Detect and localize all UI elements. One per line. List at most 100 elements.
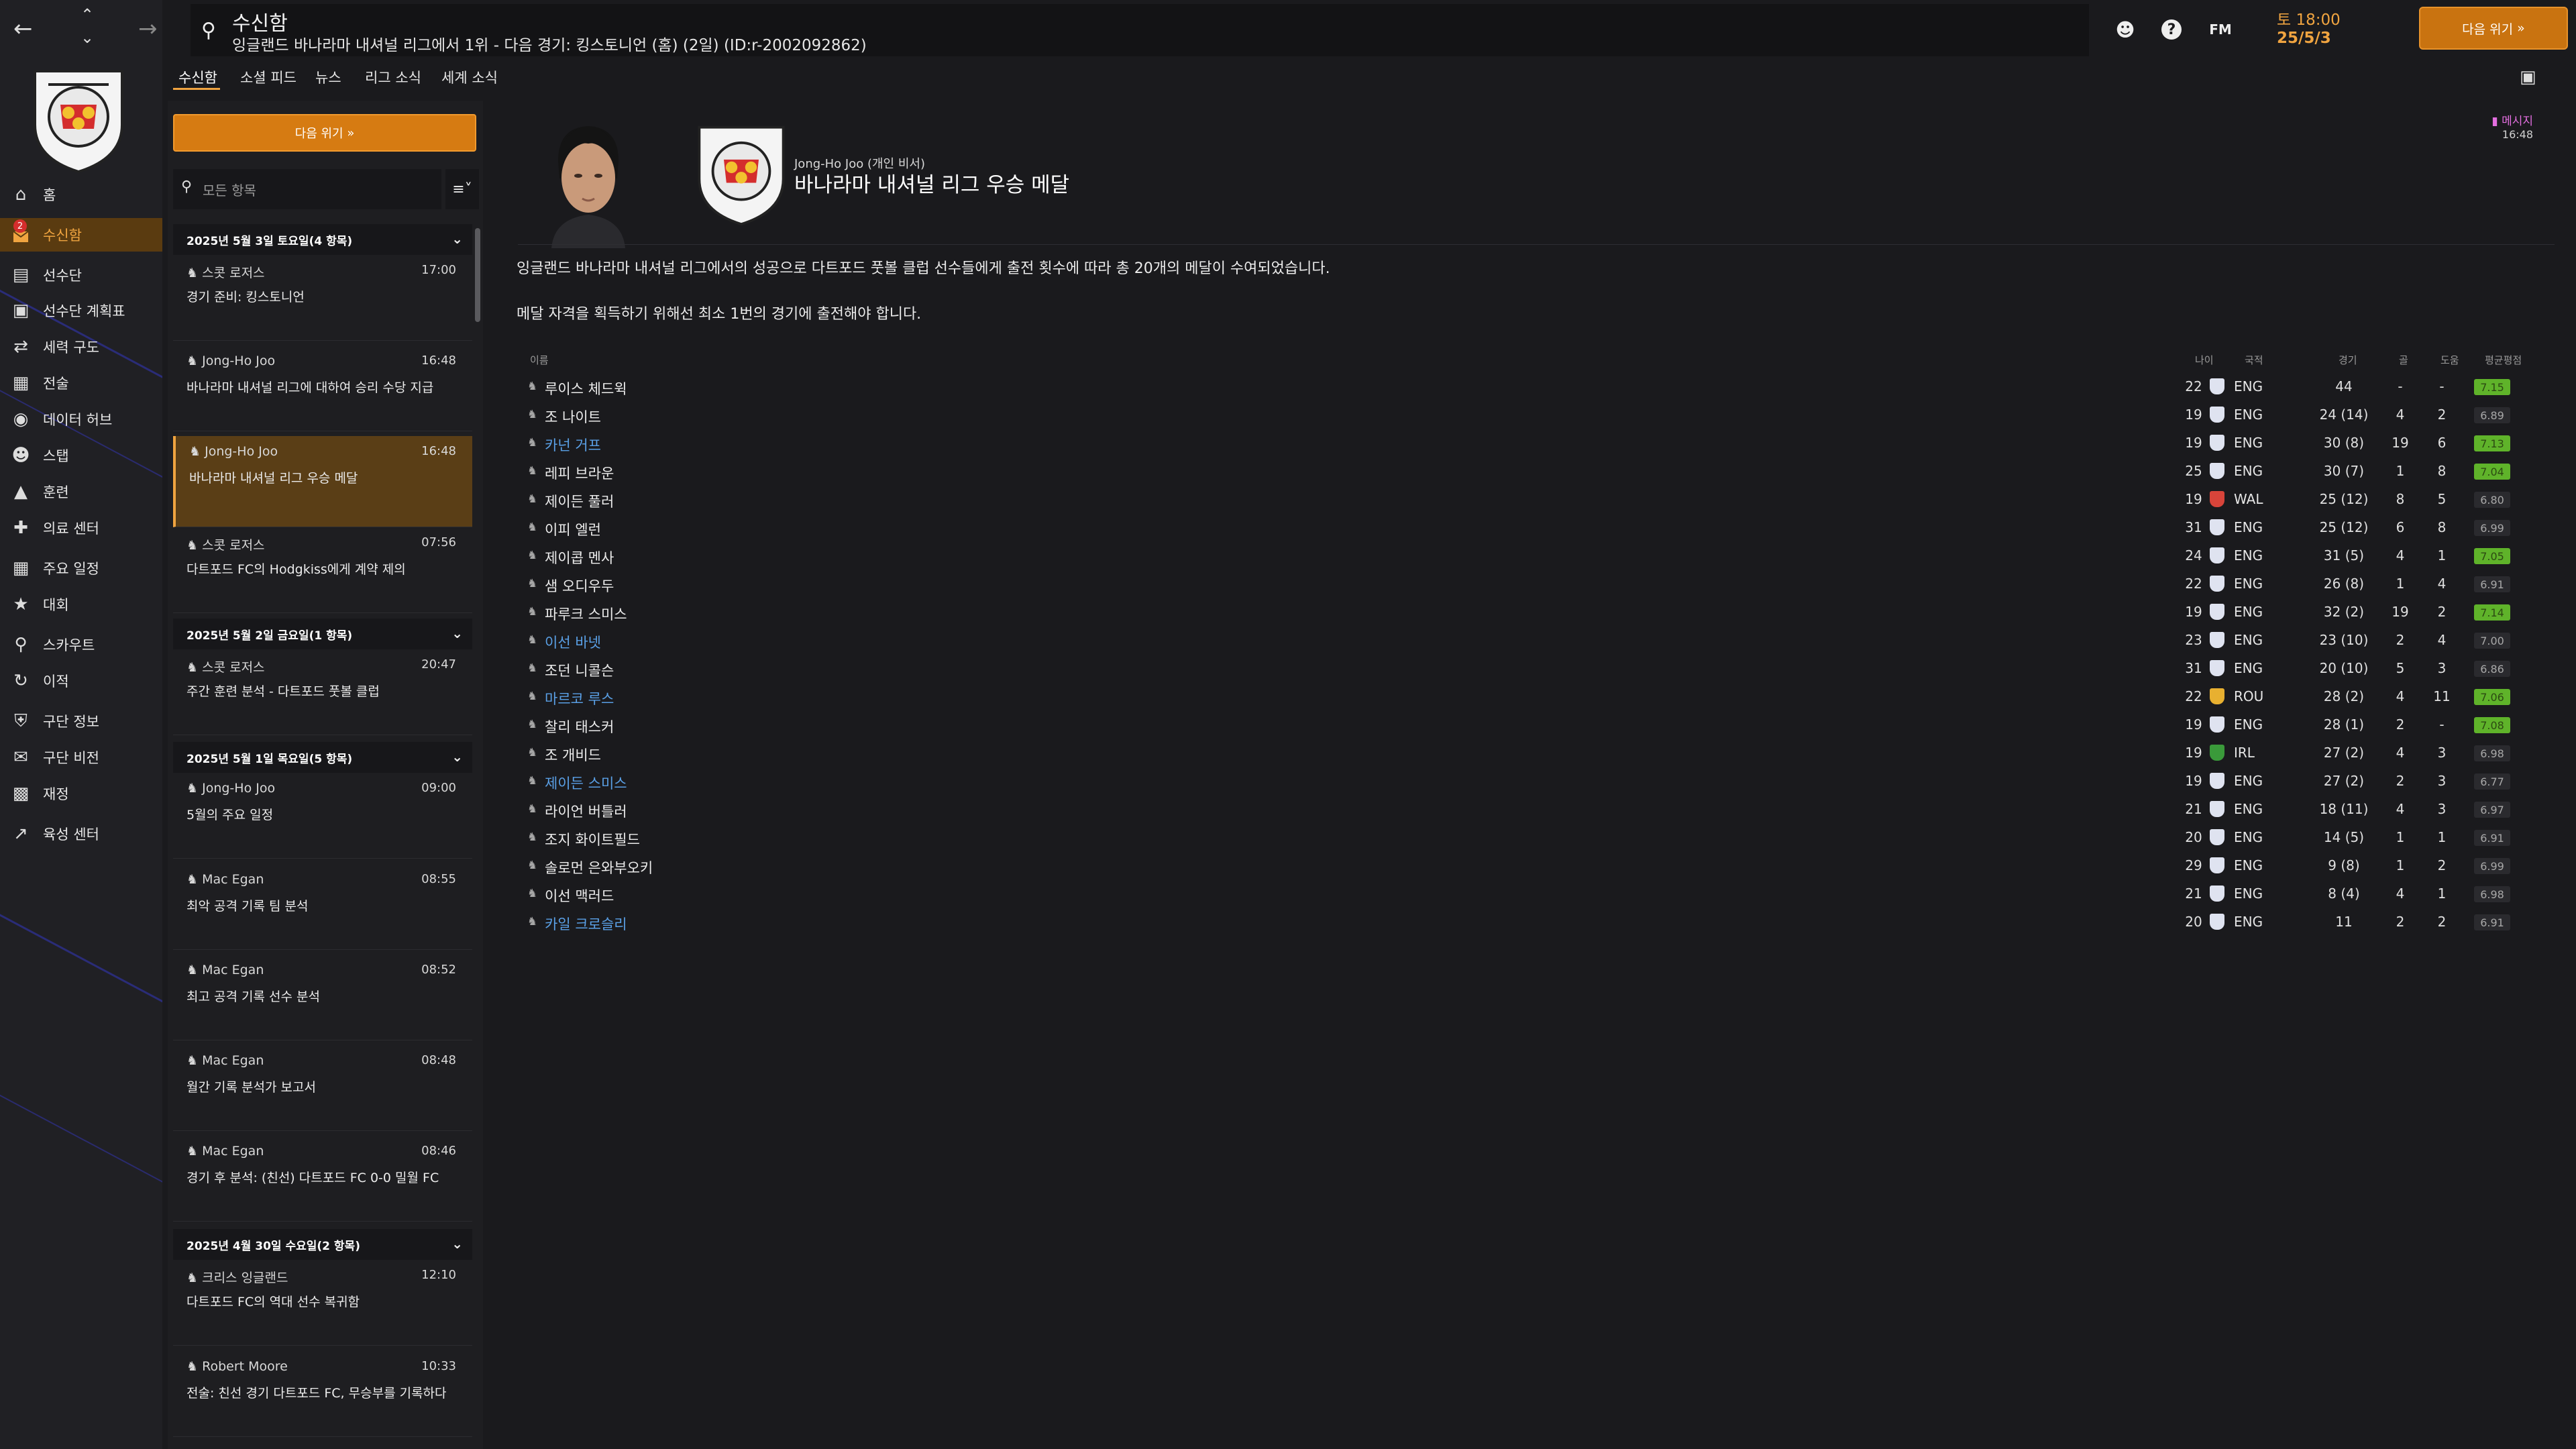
date-group-header[interactable]: 2025년 5월 2일 금요일(1 항목) ⌄ [173, 619, 472, 649]
col-header-goals[interactable]: 골 [2399, 353, 2408, 367]
table-row[interactable]: ♞ 솔로먼 은와부오키 29 ENG 9 (8) 1 2 6.99 [526, 852, 2549, 880]
col-header-age[interactable]: 나이 [2195, 353, 2214, 367]
table-row[interactable]: ♞ 카일 크로슬리 20 ENG 11 2 2 6.91 [526, 908, 2549, 936]
table-row[interactable]: ♞ 이선 바넷 23 ENG 23 (10) 2 4 7.00 [526, 627, 2549, 655]
player-name[interactable]: 라이언 버틀러 [545, 801, 627, 821]
date-group-header[interactable]: 2025년 5월 1일 목요일(5 항목) ⌄ [173, 742, 472, 773]
col-header-nationality[interactable]: 국적 [2245, 353, 2263, 367]
table-row[interactable]: ♞ 라이언 버틀러 21 ENG 18 (11) 4 3 6.97 [526, 796, 2549, 824]
player-name[interactable]: 샘 오디우두 [545, 576, 614, 596]
sidebar-item-tactics[interactable]: ▦ 전술 [0, 366, 162, 400]
table-row[interactable]: ♞ 샘 오디우두 22 ENG 26 (8) 1 4 6.91 [526, 570, 2549, 598]
col-header-assists[interactable]: 도움 [2440, 353, 2459, 367]
sidebar-item-competitions[interactable]: ★ 대회 [0, 588, 162, 621]
col-header-name[interactable]: 이름 [530, 353, 549, 367]
list-item[interactable]: ♞ Mac Egan 08:48 월간 기록 분석가 보고서 [173, 1045, 472, 1131]
list-item[interactable]: ♞ 스콧 로저스 17:00 경기 준비: 킹스토니언 [173, 255, 472, 341]
forward-arrow-icon[interactable]: → [138, 17, 158, 40]
table-row[interactable]: ♞ 조지 화이트필드 20 ENG 14 (5) 1 1 6.91 [526, 824, 2549, 852]
player-name[interactable]: 조 나이트 [545, 407, 601, 427]
player-name[interactable]: 조 개비드 [545, 745, 601, 765]
player-name[interactable]: 제이콥 멘사 [545, 547, 614, 568]
list-item[interactable]: ♞ 스콧 로저스 20:47 주간 훈련 분석 - 다트포드 풋볼 클럽 [173, 649, 472, 735]
sidebar-item-inbox[interactable]: 2 수신함 [0, 218, 162, 252]
table-row[interactable]: ♞ 레피 브라운 25 ENG 30 (7) 1 8 7.04 [526, 458, 2549, 486]
inbox-continue-button[interactable]: 다음 위기 » [173, 114, 476, 152]
player-name[interactable]: 카일 크로슬리 [545, 914, 627, 934]
search-bar[interactable]: ⚲ 수신함 잉글랜드 바나라마 내셔널 리그에서 1위 - 다음 경기: 킹스토… [191, 4, 2089, 56]
col-header-apps[interactable]: 경기 [2339, 353, 2357, 367]
sidebar-item-training[interactable]: ▲ 훈련 [0, 475, 162, 508]
list-item[interactable]: ♞ Jong-Ho Joo 16:48 바나라마 내셔널 리그에 대하여 승리 … [173, 345, 472, 431]
game-face-icon[interactable]: ☻ [2112, 16, 2139, 43]
fm-menu-button[interactable]: FM [2207, 16, 2234, 43]
table-row[interactable]: ♞ 조던 니콜슨 31 ENG 20 (10) 5 3 6.86 [526, 655, 2549, 683]
game-date[interactable]: 토 18:00 25/5/3 [2277, 7, 2341, 47]
sidebar-item-squad[interactable]: ▤ 선수단 [0, 258, 162, 292]
fullscreen-icon[interactable]: ▣ [2520, 67, 2544, 87]
table-row[interactable]: ♞ 제이든 풀러 19 WAL 25 (12) 8 5 6.80 [526, 486, 2549, 514]
table-row[interactable]: ♞ 카넌 거프 19 ENG 30 (8) 19 6 7.13 [526, 429, 2549, 458]
list-item[interactable]: ♞ Mac Egan 08:46 경기 후 분석: (친선) 다트포드 FC 0… [173, 1136, 472, 1222]
list-item[interactable]: ♞ Mac Egan 08:52 최고 공격 기록 선수 분석 [173, 955, 472, 1040]
sidebar-item-club-info[interactable]: ⛨ 구단 정보 [0, 704, 162, 738]
player-name[interactable]: 이선 맥러드 [545, 885, 614, 906]
sidebar-item-home[interactable]: ⌂ 홈 [0, 178, 162, 211]
filter-search-input[interactable]: ⚲ 모든 항목 [173, 169, 441, 209]
table-row[interactable]: ♞ 찰리 태스커 19 ENG 28 (1) 2 - 7.08 [526, 711, 2549, 739]
sidebar-item-medical[interactable]: ✚ 의료 센터 [0, 511, 162, 545]
list-item[interactable]: ♞ Mac Egan 08:55 최악 공격 기록 팀 분석 [173, 864, 472, 950]
back-arrow-icon[interactable]: ← [13, 17, 33, 40]
player-name[interactable]: 마르코 루스 [545, 688, 614, 708]
sidebar-item-transfers[interactable]: ↻ 이적 [0, 664, 162, 698]
col-header-rating[interactable]: 평균평점 [2485, 353, 2522, 367]
player-name[interactable]: 조던 니콜슨 [545, 660, 614, 680]
player-name[interactable]: 제이든 풀러 [545, 491, 614, 511]
sidebar-item-development[interactable]: ↗ 육성 센터 [0, 817, 162, 851]
player-name[interactable]: 제이든 스미스 [545, 773, 627, 793]
date-group-header[interactable]: 2025년 5월 3일 토요일(4 항목) ⌄ [173, 224, 472, 255]
list-item[interactable]: ♞ 크리스 잉글랜드 12:10 다트포드 FC의 역대 선수 복귀함 [173, 1260, 472, 1346]
sidebar-item-staff[interactable]: ☻ 스탭 [0, 439, 162, 472]
tab-news[interactable]: 뉴스 [315, 67, 341, 87]
player-name[interactable]: 찰리 태스커 [545, 716, 614, 737]
tab-social-feed[interactable]: 소셜 피드 [240, 67, 297, 87]
table-row[interactable]: ♞ 제이콥 멘사 24 ENG 31 (5) 4 1 7.05 [526, 542, 2549, 570]
table-row[interactable]: ♞ 이피 엘런 31 ENG 25 (12) 6 8 6.99 [526, 514, 2549, 542]
table-row[interactable]: ♞ 조 나이트 19 ENG 24 (14) 4 2 6.89 [526, 401, 2549, 429]
sidebar-item-data-hub[interactable]: ◉ 데이터 허브 [0, 402, 162, 436]
player-name[interactable]: 솔로먼 은와부오키 [545, 857, 653, 877]
chevron-down-icon[interactable]: ⌄ [80, 30, 94, 46]
list-item[interactable]: ♞ Jong-Ho Joo 09:00 5월의 주요 일정 [173, 773, 472, 859]
player-name[interactable]: 이피 엘런 [545, 519, 601, 539]
player-name[interactable]: 조지 화이트필드 [545, 829, 640, 849]
sidebar-item-squad-planner[interactable]: ▣ 선수단 계획표 [0, 294, 162, 327]
chevron-up-icon[interactable]: ⌃ [80, 7, 94, 23]
date-group-header[interactable]: 2025년 4월 30일 수요일(2 항목) ⌄ [173, 1229, 472, 1260]
sidebar-item-schedule[interactable]: ▦ 주요 일정 [0, 551, 162, 585]
inbox-scrollbar[interactable] [475, 228, 480, 322]
filter-menu-button[interactable]: ≡˅ [445, 169, 479, 209]
help-icon[interactable]: ? [2161, 19, 2182, 40]
table-row[interactable]: ♞ 파루크 스미스 19 ENG 32 (2) 19 2 7.14 [526, 598, 2549, 627]
sidebar-item-finances[interactable]: ▩ 재정 [0, 777, 162, 810]
player-name[interactable]: 레피 브라운 [545, 463, 614, 483]
list-item[interactable]: ♞ Robert Moore 10:33 전술: 친선 경기 다트포드 FC, … [173, 1351, 472, 1437]
sender-avatar[interactable] [538, 114, 639, 248]
continue-button[interactable]: 다음 위기 » [2419, 7, 2568, 50]
table-row[interactable]: ♞ 이선 맥러드 21 ENG 8 (4) 4 1 6.98 [526, 880, 2549, 908]
table-row[interactable]: ♞ 제이든 스미스 19 ENG 27 (2) 2 3 6.77 [526, 767, 2549, 796]
list-item-selected[interactable]: ♞ Jong-Ho Joo 16:48 바나라마 내셔널 리그 우승 메달 [173, 436, 472, 527]
table-row[interactable]: ♞ 마르코 루스 22 ROU 28 (2) 4 11 7.06 [526, 683, 2549, 711]
sidebar-item-dynamics[interactable]: ⇄ 세력 구도 [0, 330, 162, 364]
sidebar-item-club-vision[interactable]: ✉ 구단 비전 [0, 741, 162, 774]
tab-world-news[interactable]: 세계 소식 [441, 67, 498, 87]
player-name[interactable]: 이선 바넷 [545, 632, 601, 652]
list-item[interactable]: ♞ 스콧 로저스 07:56 다트포드 FC의 Hodgkiss에게 계약 제의 [173, 527, 472, 613]
tab-league-news[interactable]: 리그 소식 [365, 67, 421, 87]
club-crest[interactable] [28, 64, 129, 176]
table-row[interactable]: ♞ 조 개비드 19 IRL 27 (2) 4 3 6.98 [526, 739, 2549, 767]
tab-inbox[interactable]: 수신함 [178, 67, 217, 87]
table-row[interactable]: ♞ 루이스 체드윅 22 ENG 44 - - 7.15 [526, 373, 2549, 401]
player-name[interactable]: 파루크 스미스 [545, 604, 627, 624]
